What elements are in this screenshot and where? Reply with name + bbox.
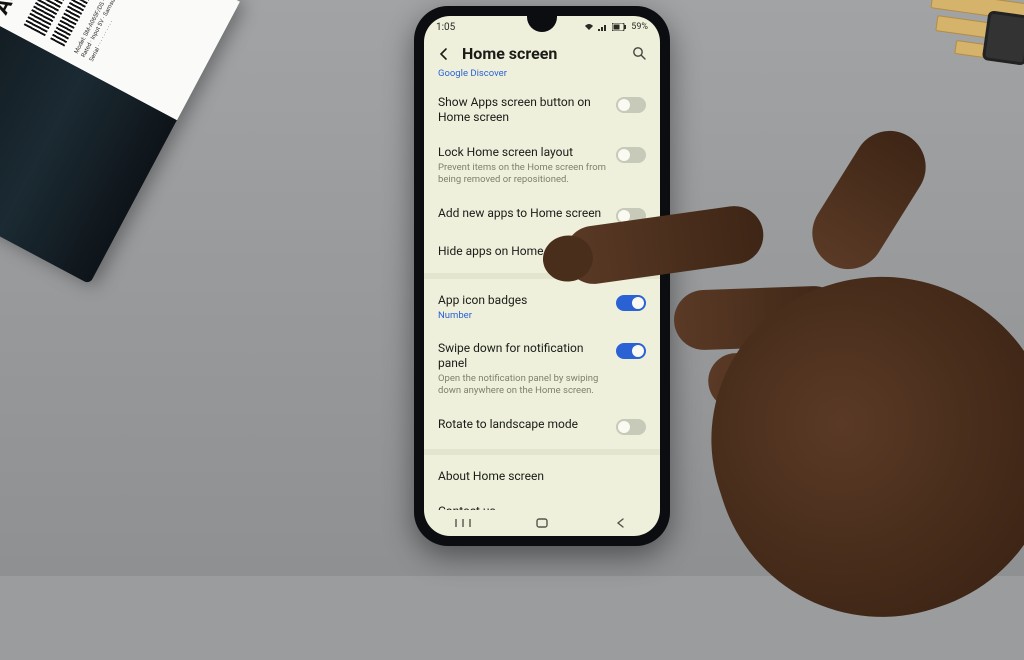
recents-icon [455,518,471,528]
phone-screen: 1:05 59% Home screen [424,16,660,536]
row-label: About Home screen [438,469,646,484]
status-time: 1:05 [436,22,455,33]
back-button[interactable] [436,46,452,62]
toggle-swipe-down[interactable] [616,343,646,359]
search-icon [632,46,647,61]
wooden-rig [915,0,1024,136]
toggle-app-icon-badges[interactable] [616,295,646,311]
settings-list[interactable]: Google Discover Show Apps screen button … [424,68,660,510]
phone-body: 1:05 59% Home screen [414,6,670,546]
battery-icon [612,23,627,31]
section-divider [424,449,660,455]
toggle-add-new-apps[interactable] [616,208,646,224]
row-label: Lock Home screen layout [438,145,606,160]
home-icon [535,517,549,529]
signal-icon [598,23,608,31]
row-label: Swipe down for notification panel [438,341,606,371]
row-about[interactable]: About Home screen [438,459,646,494]
row-swipe-down[interactable]: Swipe down for notification panel Open t… [438,331,646,407]
row-lock-layout[interactable]: Lock Home screen layout Prevent items on… [438,135,646,196]
status-icons: 59% [584,22,648,32]
row-subtext: Number [438,310,606,321]
row-show-apps-button[interactable]: Show Apps screen button on Home screen [438,85,646,135]
page-title: Home screen [462,44,622,63]
row-subtext: Open the notification panel by swiping d… [438,373,606,397]
section-divider [424,273,660,279]
toggle-rotate[interactable] [616,419,646,435]
row-label: Hide apps on Home and Apps screens [438,244,646,259]
product-box-fineprint: Model: SM-A065F/DS · IMEI · Made in · Ra… [73,0,178,80]
nav-home-button[interactable] [533,516,551,530]
battery-percent: 59% [631,22,648,32]
row-label: Show Apps screen button on Home screen [438,95,606,125]
scroll-remnant-link[interactable]: Google Discover [438,68,646,79]
app-bar: Home screen [424,38,660,71]
chevron-left-icon [615,517,627,529]
row-label: Add new apps to Home screen [438,206,606,221]
chevron-left-icon [437,47,451,61]
wifi-icon [584,23,594,31]
row-rotate[interactable]: Rotate to landscape mode [438,407,646,445]
nav-bar [424,510,660,536]
row-contact[interactable]: Contact us [438,494,646,511]
toggle-show-apps-button[interactable] [616,97,646,113]
toggle-lock-layout[interactable] [616,147,646,163]
row-subtext: Prevent items on the Home screen from be… [438,162,606,186]
row-app-icon-badges[interactable]: App icon badges Number [438,283,646,331]
nav-recents-button[interactable] [454,516,472,530]
nav-back-button[interactable] [612,516,630,530]
row-label: Rotate to landscape mode [438,417,606,432]
row-hide-apps[interactable]: Hide apps on Home and Apps screens [438,234,646,269]
search-button[interactable] [632,46,648,62]
row-label: App icon badges [438,293,606,308]
row-add-new-apps[interactable]: Add new apps to Home screen [438,196,646,234]
